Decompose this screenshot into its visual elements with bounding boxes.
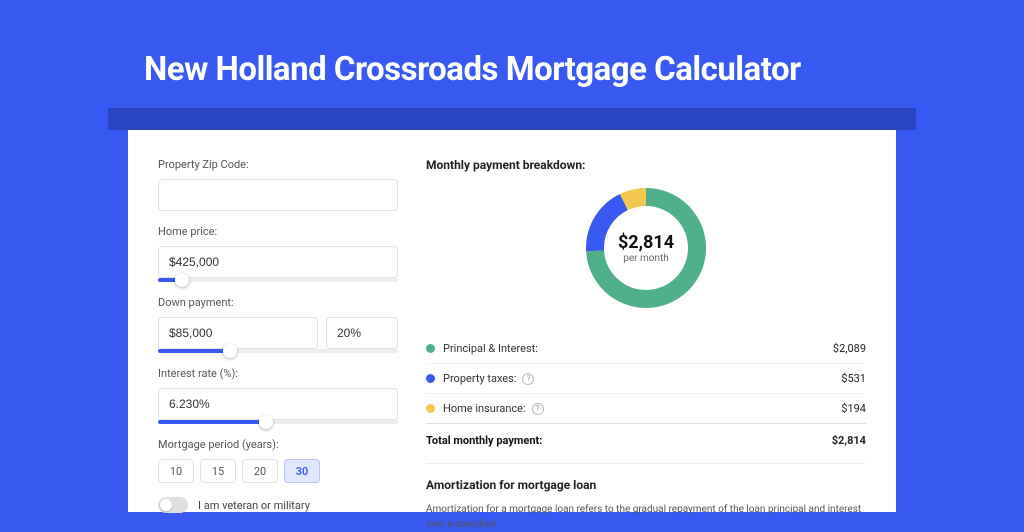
breakdown-label: Principal & Interest:: [443, 342, 538, 355]
info-icon[interactable]: ?: [532, 403, 544, 415]
total-label: Total monthly payment:: [426, 434, 542, 447]
veteran-label: I am veteran or military: [198, 499, 310, 512]
header-band: [108, 108, 916, 130]
amortization-section: Amortization for mortgage loan Amortizat…: [426, 463, 866, 532]
breakdown-label: Property taxes:: [443, 372, 516, 385]
period-option-30[interactable]: 30: [284, 459, 320, 483]
down-payment-pct-input[interactable]: [326, 317, 398, 349]
down-payment-slider[interactable]: [158, 349, 398, 353]
breakdown-value: $2,089: [833, 342, 866, 355]
donut-chart-wrap: $2,814 per month: [426, 184, 866, 312]
veteran-toggle[interactable]: [158, 497, 188, 513]
breakdown-title: Monthly payment breakdown:: [426, 158, 866, 172]
amortization-text: Amortization for a mortgage loan refers …: [426, 502, 866, 532]
donut-center-amount: $2,814: [618, 232, 674, 253]
down-payment-amount-input[interactable]: [158, 317, 318, 349]
breakdown-value: $531: [841, 372, 866, 385]
breakdown-value: $194: [841, 402, 866, 415]
home-price-slider-thumb[interactable]: [175, 273, 189, 287]
zip-label: Property Zip Code:: [158, 158, 398, 171]
mortgage-period-options: 10152030: [158, 459, 398, 483]
donut-center-sub: per month: [623, 253, 669, 264]
veteran-toggle-knob: [160, 499, 172, 511]
page-title: New Holland Crossroads Mortgage Calculat…: [144, 50, 1024, 89]
form-column: Property Zip Code: Home price: Down paym…: [158, 158, 398, 512]
home-price-input[interactable]: [158, 246, 398, 278]
veteran-toggle-row: I am veteran or military: [158, 497, 398, 513]
interest-rate-slider[interactable]: [158, 420, 398, 424]
breakdown-row: Home insurance:? $194: [426, 394, 866, 424]
down-payment-field: Down payment:: [158, 296, 398, 353]
calculator-card: Property Zip Code: Home price: Down paym…: [128, 130, 896, 512]
period-option-15[interactable]: 15: [200, 459, 236, 483]
interest-rate-input[interactable]: [158, 388, 398, 420]
breakdown-row: Property taxes:? $531: [426, 364, 866, 394]
mortgage-period-field: Mortgage period (years): 10152030: [158, 438, 398, 483]
total-row: Total monthly payment: $2,814: [426, 424, 866, 463]
period-option-20[interactable]: 20: [242, 459, 278, 483]
interest-rate-slider-thumb[interactable]: [259, 415, 273, 429]
donut-chart: $2,814 per month: [582, 184, 710, 312]
legend-dot-icon: [426, 374, 435, 383]
breakdown-row: Principal & Interest: $2,089: [426, 334, 866, 364]
legend-dot-icon: [426, 404, 435, 413]
zip-input[interactable]: [158, 179, 398, 211]
interest-rate-field: Interest rate (%):: [158, 367, 398, 424]
zip-field: Property Zip Code:: [158, 158, 398, 211]
period-option-10[interactable]: 10: [158, 459, 194, 483]
breakdown-label: Home insurance:: [443, 402, 526, 415]
down-payment-label: Down payment:: [158, 296, 398, 309]
home-price-field: Home price:: [158, 225, 398, 282]
amortization-title: Amortization for mortgage loan: [426, 478, 866, 492]
legend-dot-icon: [426, 344, 435, 353]
breakdown-column: Monthly payment breakdown: $2,814 per mo…: [426, 158, 866, 512]
down-payment-slider-thumb[interactable]: [223, 344, 237, 358]
mortgage-period-label: Mortgage period (years):: [158, 438, 398, 451]
home-price-label: Home price:: [158, 225, 398, 238]
interest-rate-label: Interest rate (%):: [158, 367, 398, 380]
info-icon[interactable]: ?: [522, 373, 534, 385]
total-value: $2,814: [832, 434, 866, 447]
home-price-slider[interactable]: [158, 278, 398, 282]
